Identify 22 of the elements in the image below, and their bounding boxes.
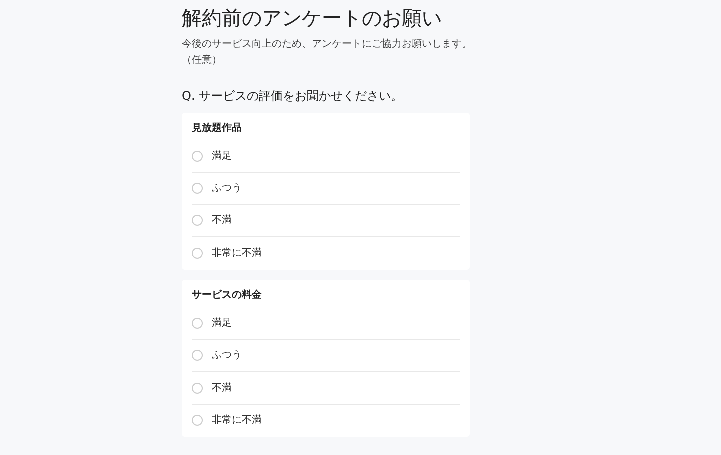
description-text: 今後のサービス向上のため、アンケートにご協力お願いします。: [182, 38, 470, 52]
group-title: サービスの料金: [192, 288, 263, 302]
optional-note: （任意）: [182, 54, 223, 68]
option-label[interactable]: 不満: [212, 213, 232, 228]
radio-button[interactable]: [192, 350, 203, 362]
page-title: 解約前のアンケートのお願い: [182, 6, 443, 31]
radio-button[interactable]: [192, 183, 203, 194]
question-text: Q. サービスの評価をお聞かせください。: [182, 89, 404, 105]
option-label[interactable]: ふつう: [212, 181, 242, 196]
radio-button[interactable]: [192, 382, 203, 394]
option-label[interactable]: 満足: [212, 148, 232, 164]
group-title: 見放題作品: [192, 122, 243, 135]
option-label[interactable]: ふつう: [212, 348, 242, 364]
option-label[interactable]: 非常に不満: [212, 246, 262, 262]
radio-button[interactable]: [192, 150, 203, 162]
radio-button[interactable]: [192, 248, 203, 260]
radio-button[interactable]: [192, 215, 203, 226]
option-label[interactable]: 満足: [212, 316, 232, 331]
radio-button[interactable]: [192, 318, 203, 329]
option-label[interactable]: 非常に不満: [212, 413, 262, 428]
option-label[interactable]: 不満: [212, 380, 232, 396]
radio-button[interactable]: [192, 415, 203, 426]
